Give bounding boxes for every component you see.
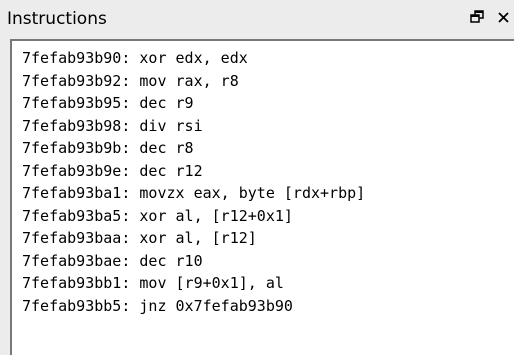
- instruction-line[interactable]: 7fefab93b9e: dec r12: [22, 160, 365, 183]
- instruction-line[interactable]: 7fefab93bae: dec r10: [22, 250, 365, 273]
- window-title: Instructions: [7, 9, 107, 29]
- instruction-line[interactable]: 7fefab93b92: mov rax, r8: [22, 70, 365, 93]
- title-bar[interactable]: Instructions: [0, 0, 514, 38]
- close-button[interactable]: [495, 7, 511, 27]
- instructions-panel[interactable]: 7fefab93b90: xor edx, edx 7fefab93b92: m…: [10, 39, 514, 355]
- instruction-line[interactable]: 7fefab93b98: div rsi: [22, 115, 365, 138]
- instruction-line[interactable]: 7fefab93b9b: dec r8: [22, 137, 365, 160]
- instruction-line[interactable]: 7fefab93baa: xor al, [r12]: [22, 227, 365, 250]
- instruction-line[interactable]: 7fefab93ba1: movzx eax, byte [rdx+rbp]: [22, 182, 365, 205]
- instruction-line[interactable]: 7fefab93b90: xor edx, edx: [22, 47, 365, 70]
- close-icon: [497, 11, 510, 24]
- instruction-line[interactable]: 7fefab93b95: dec r9: [22, 92, 365, 115]
- instruction-line[interactable]: 7fefab93bb1: mov [r9+0x1], al: [22, 272, 365, 295]
- instruction-line[interactable]: 7fefab93ba5: xor al, [r12+0x1]: [22, 205, 365, 228]
- instructions-window: Instructions 7fefab93b90: xor edx, edx 7…: [0, 0, 514, 355]
- restore-window-icon: [470, 10, 484, 24]
- instruction-line[interactable]: 7fefab93bb5: jnz 0x7fefab93b90: [22, 295, 365, 318]
- restore-button[interactable]: [469, 7, 485, 27]
- instruction-list: 7fefab93b90: xor edx, edx 7fefab93b92: m…: [22, 47, 365, 317]
